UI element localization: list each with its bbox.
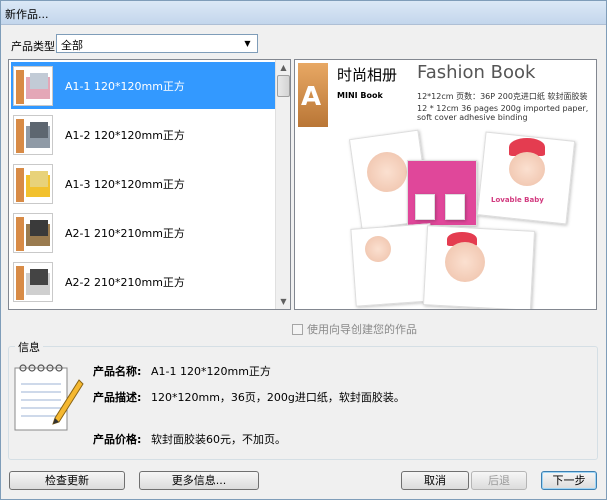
product-desc-value: 120*120mm，36页，200g进口纸，软封面胶装。 bbox=[151, 391, 405, 404]
preview-spec-cn: 12*12cm 页数：36P 200克进口纸 软封面胶装 bbox=[417, 92, 588, 101]
more-info-button[interactable]: 更多信息... bbox=[139, 471, 259, 490]
product-thumbnail bbox=[13, 163, 53, 204]
list-scrollbar[interactable]: ▲ ▼ bbox=[275, 60, 290, 309]
product-list-item[interactable]: A1-3 120*120mm正方 bbox=[11, 160, 275, 207]
product-thumbnail bbox=[13, 261, 53, 302]
product-type-label: 产品类型: bbox=[11, 40, 59, 53]
preview-spec-en: 12 * 12cm 36 pages 200g imported paper, … bbox=[417, 104, 589, 122]
product-preview: A 时尚相册 Fashion Book MINI Book 12*12cm 页数… bbox=[294, 59, 597, 310]
preview-mini-book: MINI Book bbox=[337, 91, 383, 100]
product-item-label: A2-1 210*210mm正方 bbox=[65, 226, 185, 240]
product-thumbnail bbox=[13, 65, 53, 106]
back-button[interactable]: 后退 bbox=[471, 471, 527, 490]
product-price-value: 软封面胶装60元，不加页。 bbox=[151, 433, 286, 446]
product-desc-label: 产品描述: bbox=[93, 391, 142, 404]
title-bar: 新作品... bbox=[1, 1, 606, 25]
product-item-label: A1-1 120*120mm正方 bbox=[65, 79, 185, 93]
product-name-label: 产品名称: bbox=[93, 365, 142, 378]
product-list-item[interactable]: A2-2 210*210mm正方 bbox=[11, 258, 275, 305]
preview-title-en: Fashion Book bbox=[417, 62, 536, 83]
chevron-down-icon: ▼ bbox=[244, 39, 251, 48]
product-list-item[interactable]: A2-1 210*210mm正方 bbox=[11, 209, 275, 256]
new-product-dialog: 新作品... 产品类型: 全部 ▼ A1-1 120*120mm正方 A1-2 … bbox=[0, 0, 607, 500]
scroll-up-icon[interactable]: ▲ bbox=[276, 60, 290, 75]
product-thumbnail bbox=[13, 212, 53, 253]
scroll-down-icon[interactable]: ▼ bbox=[276, 294, 290, 309]
info-legend: 信息 bbox=[15, 339, 43, 355]
check-update-button[interactable]: 检查更新 bbox=[9, 471, 125, 490]
scroll-thumb[interactable] bbox=[277, 75, 290, 97]
preview-letter: A bbox=[301, 82, 322, 112]
wizard-checkbox-label: 使用向导创建您的作品 bbox=[307, 323, 417, 336]
product-list-item[interactable]: A1-1 120*120mm正方 bbox=[11, 62, 275, 109]
notepad-icon bbox=[14, 364, 84, 431]
product-list[interactable]: A1-1 120*120mm正方 A1-2 120*120mm正方 A1-3 1… bbox=[8, 59, 291, 310]
product-item-label: A2-2 210*210mm正方 bbox=[65, 275, 185, 289]
window-title: 新作品... bbox=[5, 8, 49, 21]
next-button[interactable]: 下一步 bbox=[541, 471, 597, 490]
product-name-value: A1-1 120*120mm正方 bbox=[151, 365, 271, 378]
cancel-button[interactable]: 取消 bbox=[401, 471, 469, 490]
product-type-value: 全部 bbox=[61, 39, 83, 52]
wizard-checkbox-row[interactable]: 使用向导创建您的作品 bbox=[292, 321, 417, 337]
product-price-label: 产品价格: bbox=[93, 433, 142, 446]
product-thumbnail bbox=[13, 114, 53, 155]
product-type-dropdown[interactable]: 全部 ▼ bbox=[56, 34, 258, 53]
product-list-item[interactable]: A1-2 120*120mm正方 bbox=[11, 111, 275, 158]
preview-badge: Lovable Baby bbox=[491, 196, 544, 204]
preview-title-cn: 时尚相册 bbox=[337, 66, 398, 84]
product-item-label: A1-3 120*120mm正方 bbox=[65, 177, 185, 191]
wizard-checkbox[interactable] bbox=[292, 323, 303, 335]
product-item-label: A1-2 120*120mm正方 bbox=[65, 128, 185, 142]
